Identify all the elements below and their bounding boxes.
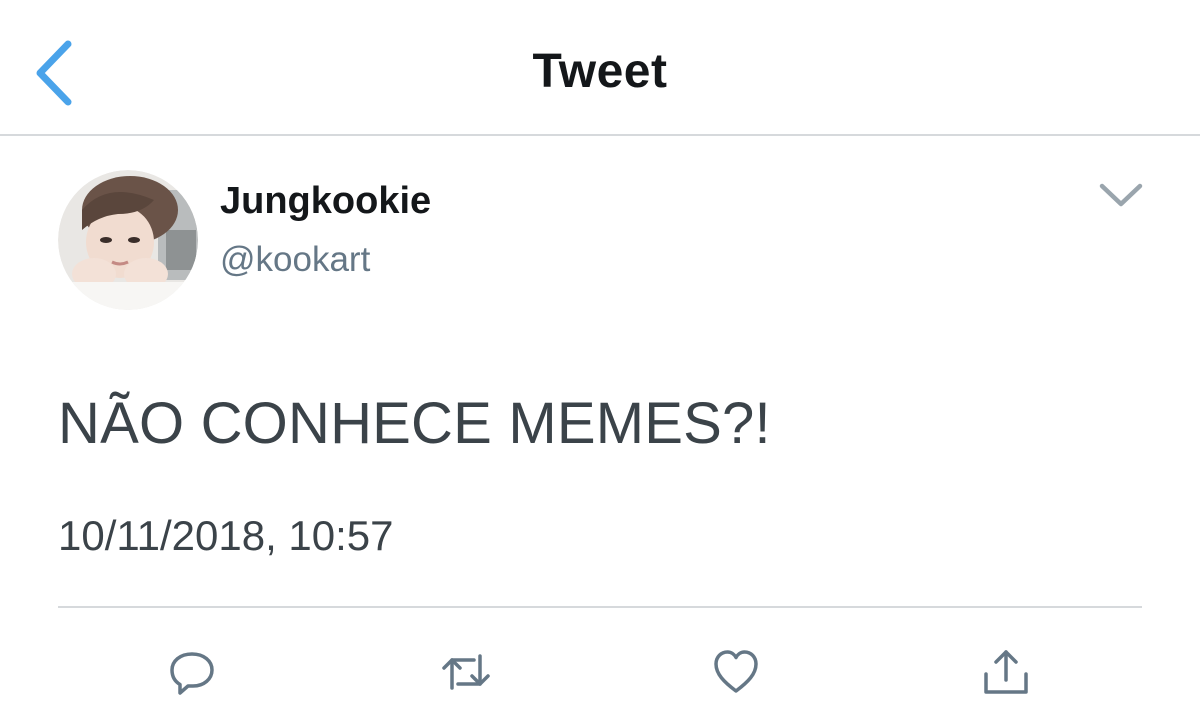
reply-button[interactable]: [160, 640, 224, 704]
user-handle[interactable]: @kookart: [220, 240, 370, 280]
tweet-timestamp: 10/11/2018, 10:57: [58, 512, 394, 559]
retweet-icon: [442, 654, 490, 690]
divider: [58, 606, 1142, 608]
share-icon: [984, 650, 1028, 694]
retweet-button[interactable]: [434, 640, 498, 704]
nav-bar: Tweet: [0, 0, 1200, 136]
avatar[interactable]: [58, 170, 198, 310]
heart-icon: [714, 650, 758, 693]
like-button[interactable]: [704, 640, 768, 704]
display-name[interactable]: Jungkookie: [220, 180, 431, 223]
reply-icon: [170, 652, 214, 695]
chevron-down-icon: [1099, 183, 1143, 207]
tweet-menu-button[interactable]: [1096, 178, 1146, 212]
page-title: Tweet: [532, 45, 668, 98]
share-button[interactable]: [974, 640, 1038, 704]
tweet-text: NÃO CONHECE MEMES?!: [58, 391, 771, 456]
